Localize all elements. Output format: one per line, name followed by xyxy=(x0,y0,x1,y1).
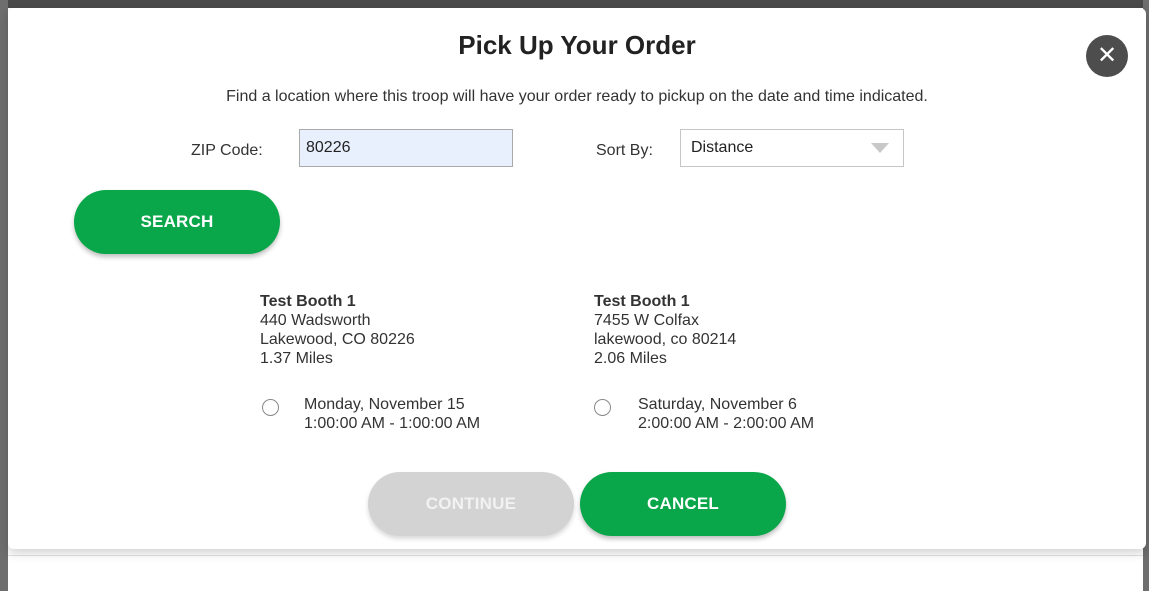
sort-by-select[interactable]: Distance xyxy=(680,129,904,167)
pickup-slot[interactable]: Saturday, November 6 2:00:00 AM - 2:00:0… xyxy=(638,395,814,433)
pickup-slot-time: 2:00:00 AM - 2:00:00 AM xyxy=(638,415,815,432)
pickup-modal: Pick Up Your Order ✕ Find a location whe… xyxy=(8,8,1146,549)
pickup-slot-radio[interactable] xyxy=(262,399,279,416)
sort-by-label: Sort By: xyxy=(596,142,653,159)
pickup-slot-date: Saturday, November 6 xyxy=(638,396,797,413)
close-button[interactable]: ✕ xyxy=(1086,35,1128,77)
zip-code-input[interactable] xyxy=(299,129,513,167)
chevron-down-icon xyxy=(871,143,889,153)
modal-title: Pick Up Your Order xyxy=(458,30,696,60)
close-icon: ✕ xyxy=(1096,42,1118,69)
location-name: Test Booth 1 xyxy=(260,293,356,310)
overlay-backdrop-left xyxy=(0,0,8,591)
location-distance: 1.37 Miles xyxy=(260,350,333,367)
continue-button[interactable]: CONTINUE xyxy=(368,472,574,536)
location-distance: 2.06 Miles xyxy=(594,350,667,367)
location-address: 440 Wadsworth xyxy=(260,312,371,329)
pickup-slot-date: Monday, November 15 xyxy=(304,396,465,413)
pickup-slot[interactable]: Monday, November 15 1:00:00 AM - 1:00:00… xyxy=(304,395,480,433)
sort-by-value: Distance xyxy=(691,139,754,156)
pickup-slot-radio[interactable] xyxy=(594,399,611,416)
location-city: lakewood, co 80214 xyxy=(594,331,737,348)
location-name: Test Booth 1 xyxy=(594,293,690,310)
location-card: Test Booth 1 7455 W Colfax lakewood, co … xyxy=(594,292,736,368)
cancel-button[interactable]: CANCEL xyxy=(580,472,786,536)
location-address: 7455 W Colfax xyxy=(594,312,699,329)
location-city: Lakewood, CO 80226 xyxy=(260,331,415,348)
search-button[interactable]: SEARCH xyxy=(74,190,280,254)
zip-code-label: ZIP Code: xyxy=(191,142,263,159)
underlying-page xyxy=(8,555,1143,592)
overlay-backdrop xyxy=(0,0,1149,8)
instructions-text: Find a location where this troop will ha… xyxy=(226,88,928,105)
location-card: Test Booth 1 440 Wadsworth Lakewood, CO … xyxy=(260,292,415,368)
pickup-slot-time: 1:00:00 AM - 1:00:00 AM xyxy=(304,415,481,432)
